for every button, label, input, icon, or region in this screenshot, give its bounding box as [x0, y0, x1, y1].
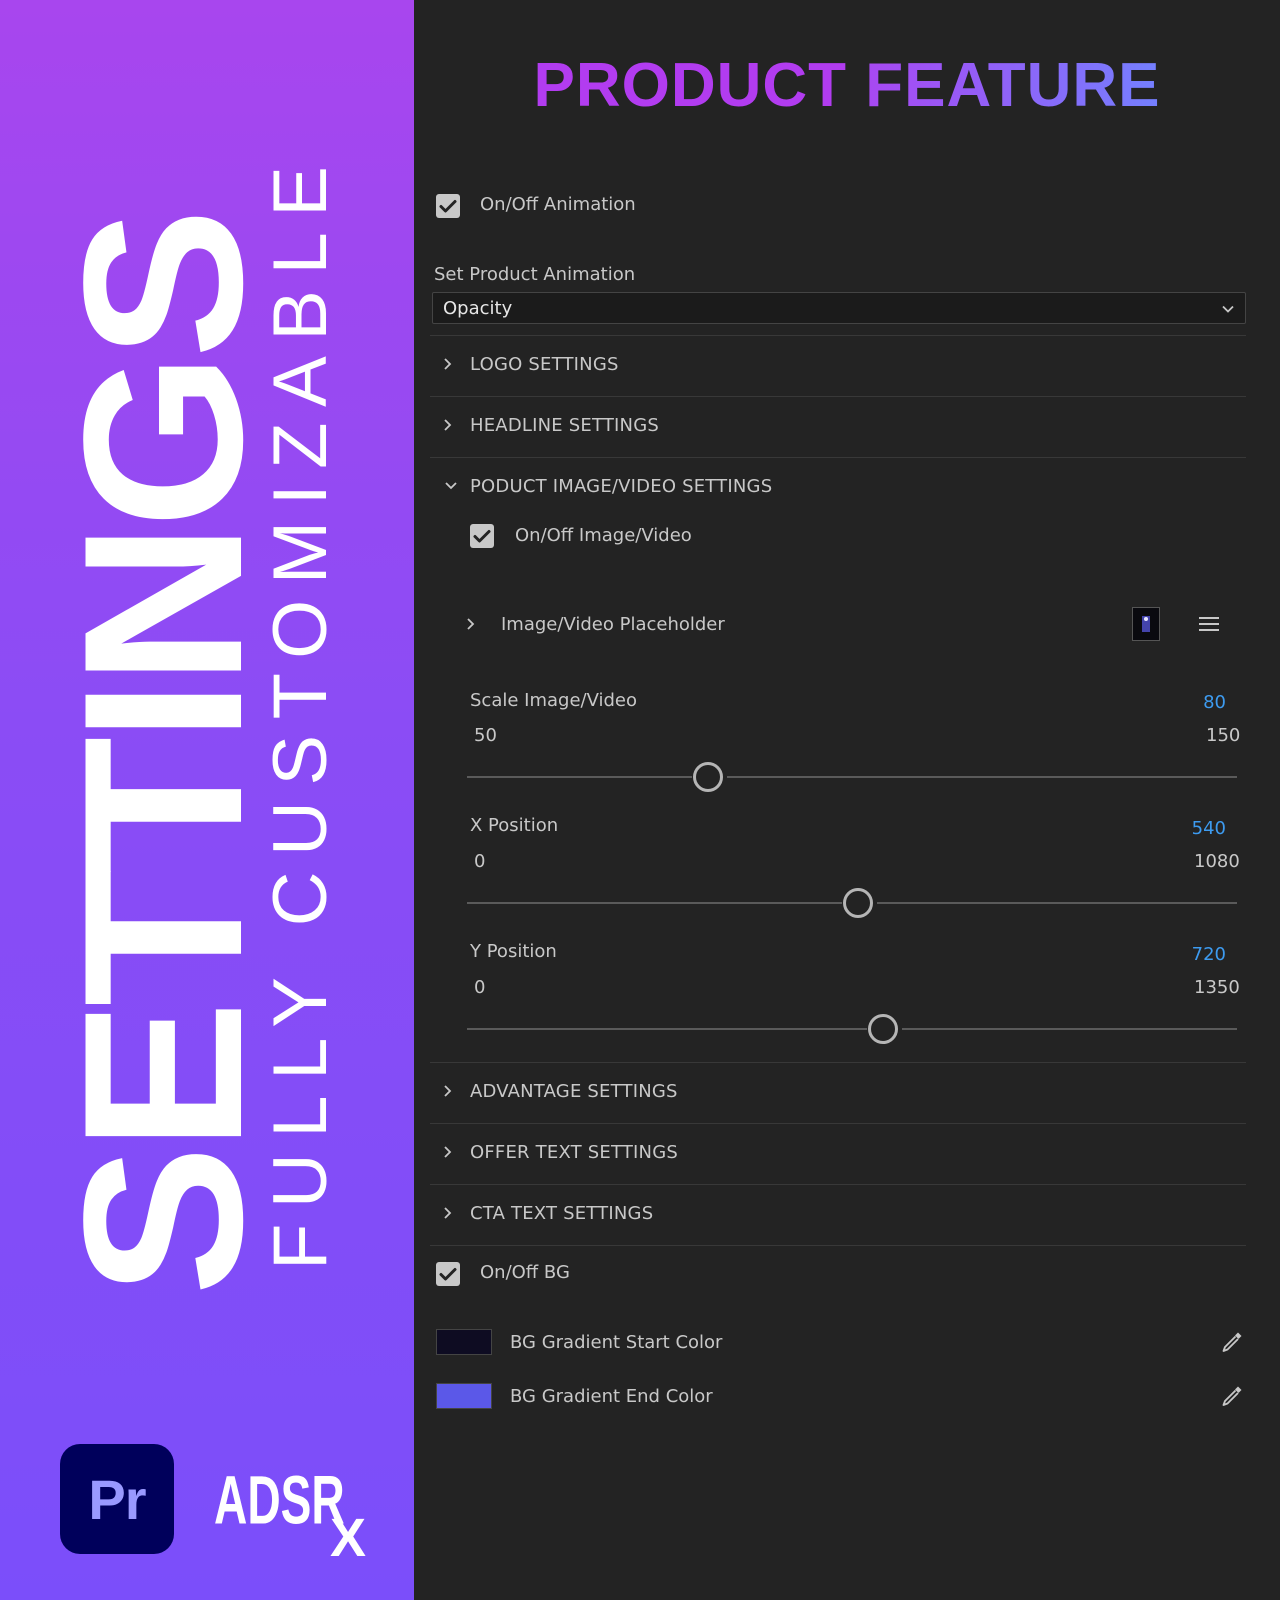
section-advantage-settings[interactable]: ADVANTAGE SETTINGS	[470, 1081, 678, 1102]
chevron-right-icon[interactable]	[465, 617, 477, 631]
on-off-image-video-label: On/Off Image/Video	[515, 525, 692, 546]
section-cta-text-settings[interactable]: CTA TEXT SETTINGS	[470, 1203, 653, 1224]
chevron-right-icon[interactable]	[442, 357, 454, 371]
chevron-right-icon[interactable]	[442, 1084, 454, 1098]
promo-subheadline: FULLY CUSTOMIZABLE	[258, 150, 343, 1270]
bg-end-color-swatch[interactable]	[436, 1383, 492, 1409]
adsrx-logo: ADSR X	[214, 1461, 366, 1560]
eyedropper-icon[interactable]	[1219, 1329, 1245, 1355]
slider-min-x-position: 0	[474, 851, 486, 872]
slider-min-y-position: 0	[474, 977, 486, 998]
slider-max-x-position: 1080	[1194, 851, 1240, 872]
hamburger-menu-icon[interactable]	[1198, 615, 1220, 633]
media-thumbnail-icon	[1142, 616, 1150, 632]
slider-thumb-x-position[interactable]	[843, 888, 873, 918]
slider-label-x-position: X Position	[470, 815, 559, 836]
premiere-pro-logo-text: Pr	[88, 1467, 146, 1531]
bg-start-color-label: BG Gradient Start Color	[510, 1332, 723, 1353]
slider-label-y-position: Y Position	[470, 941, 557, 962]
divider	[430, 396, 1246, 397]
slider-max-y-position: 1350	[1194, 977, 1240, 998]
chevron-right-icon[interactable]	[442, 1145, 454, 1159]
slider-thumb-y-position[interactable]	[868, 1014, 898, 1044]
title-word-feature: FEATURE	[865, 51, 1161, 120]
divider	[430, 1245, 1246, 1246]
on-off-image-video-checkbox[interactable]	[470, 524, 494, 548]
section-offer-text-settings[interactable]: OFFER TEXT SETTINGS	[470, 1142, 678, 1163]
svg-text:X: X	[330, 1508, 366, 1560]
image-video-placeholder-label[interactable]: Image/Video Placeholder	[501, 614, 725, 635]
divider	[430, 335, 1246, 336]
promo-panel: SETTINGS FULLY CUSTOMIZABLE Pr ADSR X	[0, 0, 414, 1600]
slider-thumb-scale[interactable]	[693, 762, 723, 792]
bg-end-color-label: BG Gradient End Color	[510, 1386, 713, 1407]
section-logo-settings[interactable]: LOGO SETTINGS	[470, 354, 619, 375]
chevron-right-icon[interactable]	[442, 418, 454, 432]
check-icon	[473, 530, 491, 543]
panel-title: PRODUCT FEATURE	[414, 50, 1280, 121]
slider-value-scale[interactable]: 80	[1146, 692, 1226, 713]
on-off-bg-label: On/Off BG	[480, 1262, 570, 1283]
set-product-animation-label: Set Product Animation	[434, 264, 636, 285]
divider	[430, 1062, 1246, 1063]
slider-track-scale[interactable]	[467, 776, 692, 778]
check-icon	[439, 1268, 457, 1281]
placeholder-thumbnail[interactable]	[1132, 607, 1160, 641]
slider-min-scale: 50	[474, 725, 497, 746]
on-off-animation-label: On/Off Animation	[480, 194, 636, 215]
product-animation-select-value: Opacity	[443, 298, 513, 319]
check-icon	[439, 200, 457, 213]
slider-max-scale: 150	[1206, 725, 1241, 746]
slider-track-x-position[interactable]	[467, 902, 842, 904]
on-off-animation-checkbox[interactable]	[436, 194, 460, 218]
slider-track-x-position[interactable]	[877, 902, 1237, 904]
eyedropper-icon[interactable]	[1219, 1383, 1245, 1409]
slider-track-y-position[interactable]	[902, 1028, 1237, 1030]
slider-label-scale: Scale Image/Video	[470, 690, 638, 711]
promo-headline: SETTINGS	[36, 213, 289, 1296]
section-headline-settings[interactable]: HEADLINE SETTINGS	[470, 415, 659, 436]
svg-text:ADSR: ADSR	[214, 1461, 345, 1538]
on-off-bg-checkbox[interactable]	[436, 1262, 460, 1286]
divider	[430, 457, 1246, 458]
slider-track-scale[interactable]	[727, 776, 1237, 778]
product-animation-select[interactable]: Opacity	[432, 292, 1246, 324]
chevron-down-icon	[1222, 305, 1234, 313]
divider	[430, 1184, 1246, 1185]
divider	[430, 1123, 1246, 1124]
title-word-product: PRODUCT	[533, 51, 848, 120]
slider-value-x-position[interactable]: 540	[1146, 818, 1226, 839]
premiere-pro-logo: Pr	[60, 1444, 174, 1554]
slider-track-y-position[interactable]	[467, 1028, 867, 1030]
slider-value-y-position[interactable]: 720	[1146, 944, 1226, 965]
chevron-right-icon[interactable]	[442, 1206, 454, 1220]
bg-start-color-swatch[interactable]	[436, 1329, 492, 1355]
section-product-image-video-settings[interactable]: PODUCT IMAGE/VIDEO SETTINGS	[470, 476, 772, 497]
chevron-down-icon[interactable]	[444, 480, 458, 492]
